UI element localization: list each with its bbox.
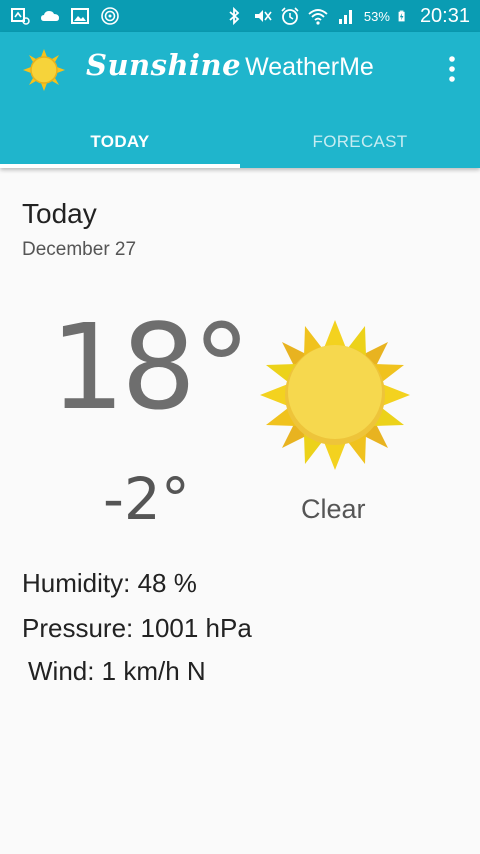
image-icon	[71, 8, 89, 24]
weather-condition: Clear	[301, 494, 366, 524]
battery-charging-icon	[398, 10, 405, 22]
status-bar: 53% 20:31	[0, 0, 480, 32]
day-date: December 27	[22, 239, 137, 260]
high-temperature: 18°	[50, 298, 251, 436]
sun-icon	[23, 49, 65, 91]
day-title: Today	[22, 198, 97, 229]
notification-icon	[11, 8, 30, 25]
tab-bar: TODAY FORECAST	[0, 116, 480, 168]
bluetooth-icon	[229, 6, 240, 26]
tab-today[interactable]: TODAY	[0, 116, 240, 168]
wind: Wind: 1 km/h N	[28, 656, 206, 686]
mute-icon	[254, 10, 272, 22]
app-bar: Sunshine WeatherMe TODAY FORECAST	[0, 32, 480, 168]
sun-icon	[260, 320, 410, 470]
overflow-menu-icon[interactable]	[444, 54, 460, 84]
tab-today-label: TODAY	[90, 132, 150, 151]
tab-forecast[interactable]: FORECAST	[240, 116, 480, 168]
humidity: Humidity: 48 %	[22, 568, 197, 598]
low-temperature: -2°	[103, 465, 190, 533]
tab-indicator	[0, 164, 240, 168]
battery-percentage: 53%	[363, 8, 390, 24]
status-bar-left	[10, 6, 120, 26]
tab-forecast-label: FORECAST	[312, 132, 408, 151]
pressure: Pressure: 1001 hPa	[22, 613, 252, 643]
alarm-icon	[281, 7, 299, 25]
status-bar-right: 53% 20:31	[224, 0, 470, 32]
wifi-icon	[308, 9, 328, 25]
signal-icon	[338, 10, 352, 24]
app-title: Sunshine WeatherMe	[86, 48, 374, 88]
app-title-script: Sunshine	[86, 48, 242, 82]
target-icon	[101, 7, 119, 25]
app-title-rest: WeatherMe	[245, 53, 374, 81]
cloud-icon	[41, 11, 59, 21]
clock: 20:31	[419, 4, 470, 27]
